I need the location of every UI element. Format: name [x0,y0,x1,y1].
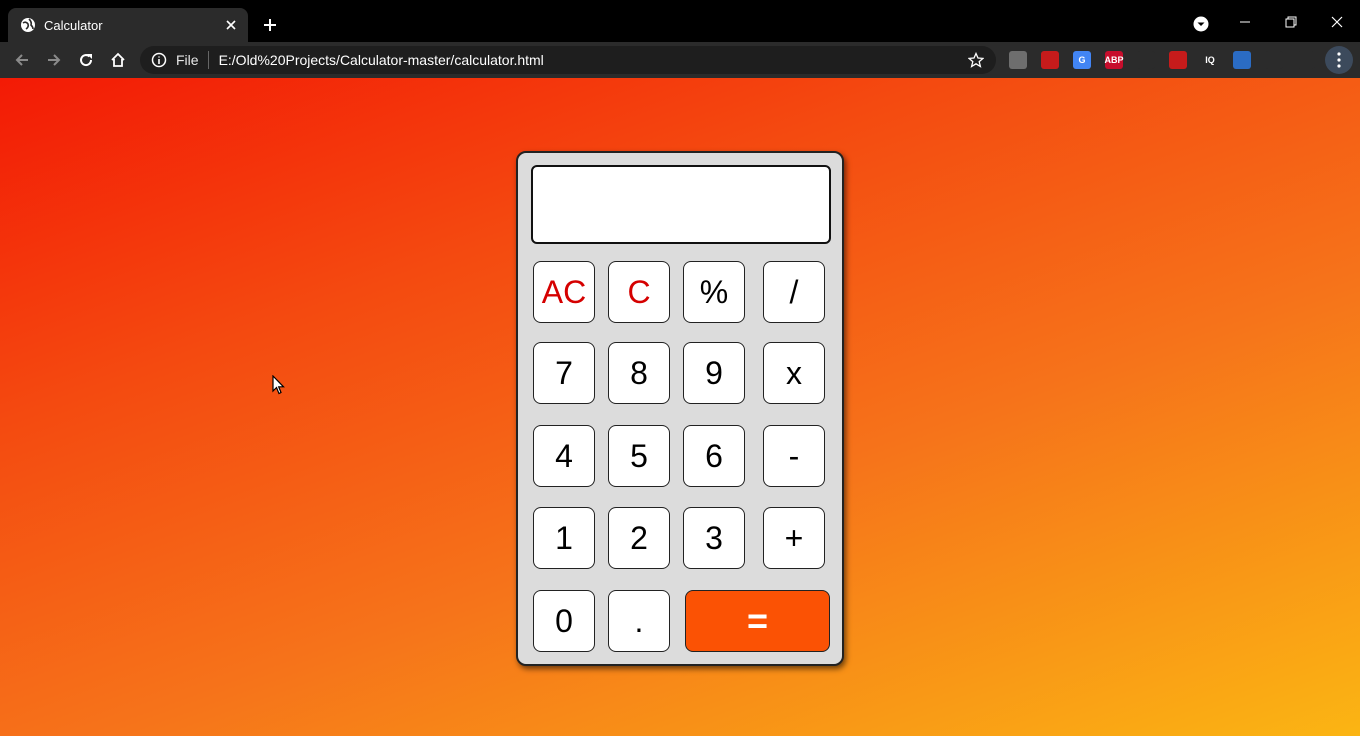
page-viewport: AC C % / 7 8 9 x 4 5 6 - 1 2 3 + 0 . = [0,78,1360,736]
all-clear-button[interactable]: AC [533,261,595,323]
digit-6-button[interactable]: 6 [683,425,745,487]
bookmark-star-icon[interactable] [966,50,986,70]
robot-icon[interactable] [1233,51,1251,69]
ext-1-icon[interactable] [1009,51,1027,69]
digit-7-button[interactable]: 7 [533,342,595,404]
plus-button[interactable]: + [763,507,825,569]
digit-1-button[interactable]: 1 [533,507,595,569]
browser-toolbar: File E:/Old%20Projects/Calculator-master… [0,42,1360,78]
tab-calculator[interactable]: Calculator [8,8,248,42]
divide-button[interactable]: / [763,261,825,323]
digit-4-button[interactable]: 4 [533,425,595,487]
digit-5-button[interactable]: 5 [608,425,670,487]
minus-button[interactable]: - [763,425,825,487]
mouse-cursor-icon [272,374,286,400]
multiply-button[interactable]: x [763,342,825,404]
google-translate-icon[interactable]: G [1073,51,1091,69]
url-text[interactable]: E:/Old%20Projects/Calculator-master/calc… [219,52,966,68]
tab-search-icon[interactable] [1190,13,1212,35]
close-window-icon[interactable] [1314,8,1360,36]
info-icon[interactable] [150,51,168,69]
puzzle-icon[interactable] [1265,51,1283,69]
adblock-plus-icon[interactable]: ABP [1105,51,1124,69]
address-bar[interactable]: File E:/Old%20Projects/Calculator-master… [140,46,996,74]
tab-title: Calculator [44,17,103,33]
close-tab-icon[interactable] [222,16,240,34]
decimal-button[interactable]: . [608,590,670,652]
scheme-label: File [176,52,199,68]
minimize-icon[interactable] [1222,8,1268,36]
ext-2-icon[interactable] [1041,51,1059,69]
restore-icon[interactable] [1268,8,1314,36]
back-icon[interactable] [8,46,36,74]
lightbulb-icon[interactable] [1137,51,1155,69]
calculator: AC C % / 7 8 9 x 4 5 6 - 1 2 3 + 0 . = [516,151,844,666]
digit-0-button[interactable]: 0 [533,590,595,652]
reload-icon[interactable] [72,46,100,74]
tab-strip: Calculator [0,0,1360,42]
address-separator [207,51,209,69]
percent-button[interactable]: % [683,261,745,323]
iq-icon[interactable]: IQ [1201,51,1219,69]
calculator-display [531,165,831,244]
mascot-icon[interactable] [1297,51,1315,69]
clear-button[interactable]: C [608,261,670,323]
digit-2-button[interactable]: 2 [608,507,670,569]
forward-icon[interactable] [40,46,68,74]
digit-8-button[interactable]: 8 [608,342,670,404]
globe-icon [20,17,36,33]
home-icon[interactable] [104,46,132,74]
digit-3-button[interactable]: 3 [683,507,745,569]
digit-9-button[interactable]: 9 [683,342,745,404]
equals-button[interactable]: = [685,590,830,652]
chrome-menu-icon[interactable] [1325,46,1353,74]
chart-icon[interactable] [1169,51,1187,69]
new-tab-icon[interactable] [258,13,282,37]
